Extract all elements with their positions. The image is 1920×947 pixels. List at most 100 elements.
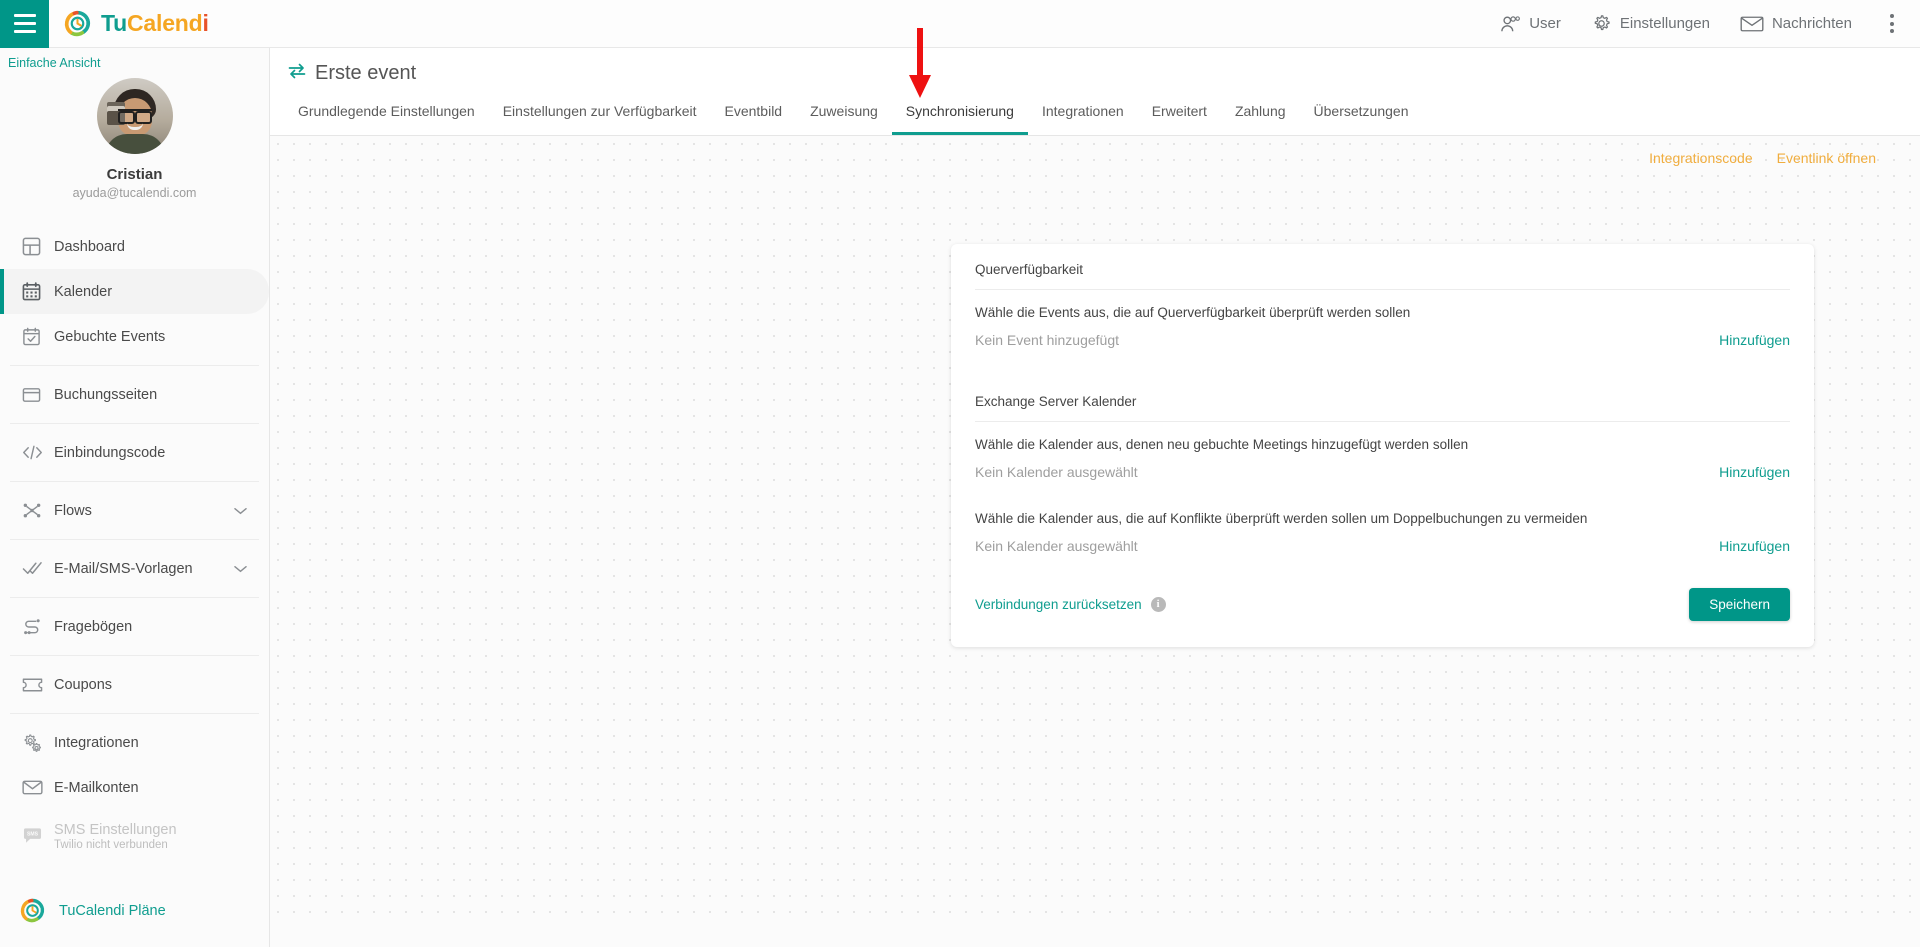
tab-bar: Grundlegende Einstellungen Einstellungen… bbox=[270, 91, 1920, 135]
sidebar-item-flows[interactable]: Flows bbox=[0, 488, 269, 533]
content-area: Integrationscode Eventlink öffnen Querve… bbox=[270, 136, 1920, 926]
sidebar-label-coupons: Coupons bbox=[54, 676, 113, 693]
value-kein-event-hinzugefuegt: Kein Event hinzugefügt bbox=[975, 332, 1119, 348]
synchronisierung-card: Querverfügbarkeit Wähle die Events aus, … bbox=[951, 244, 1814, 647]
nav-divider bbox=[10, 597, 259, 598]
avatar[interactable] bbox=[96, 78, 173, 154]
page-title-text: Erste event bbox=[315, 62, 417, 84]
sidebar-label-dashboard: Dashboard bbox=[54, 238, 125, 255]
sidebar-label-kalender: Kalender bbox=[54, 283, 113, 300]
brand-tu: Tu bbox=[101, 10, 127, 36]
mail-accounts-icon bbox=[22, 779, 54, 796]
tab-uebersetzungen[interactable]: Übersetzungen bbox=[1300, 91, 1423, 135]
survey-icon bbox=[22, 617, 54, 636]
chevron-down-icon[interactable] bbox=[234, 502, 247, 520]
sidebar-label-gebuchte-events: Gebuchte Events bbox=[54, 328, 166, 345]
gear-icon bbox=[1594, 15, 1610, 31]
brand-title: TuCalendi bbox=[101, 10, 209, 37]
add-calendar-link-add[interactable]: Hinzufügen bbox=[1719, 464, 1790, 480]
page-title: Erste event bbox=[270, 48, 1920, 91]
topbar-item-einstellungen[interactable]: Einstellungen bbox=[1591, 13, 1710, 34]
sidebar-item-email-sms-vorlagen[interactable]: E-Mail/SMS-Vorlagen bbox=[0, 546, 269, 591]
nav-divider bbox=[10, 539, 259, 540]
simple-view-link[interactable]: Einfache Ansicht bbox=[0, 48, 269, 70]
sidebar-item-tucalendi-plaene[interactable]: TuCalendi Pläne bbox=[0, 898, 269, 923]
sidebar-item-integrationen[interactable]: Integrationen bbox=[0, 720, 269, 765]
envelope-icon bbox=[1740, 16, 1764, 31]
sidebar-label-integrationen: Integrationen bbox=[54, 734, 139, 751]
tab-integrationen[interactable]: Integrationen bbox=[1028, 91, 1138, 135]
flows-icon bbox=[22, 501, 54, 520]
value-kein-kalender-ausgewaehlt-add: Kein Kalender ausgewählt bbox=[975, 464, 1138, 480]
kebab-menu-icon[interactable] bbox=[1882, 8, 1902, 39]
reset-connections-link[interactable]: Verbindungen zurücksetzen bbox=[975, 597, 1142, 612]
sidebar: Einfache Ansicht Cristian ayuda@tucalend… bbox=[0, 48, 270, 947]
section-title-exchange-server-kalender: Exchange Server Kalender bbox=[975, 394, 1790, 422]
tab-synchronisierung[interactable]: Synchronisierung bbox=[891, 91, 1028, 135]
booking-page-icon bbox=[22, 385, 54, 404]
add-calendar-link-conflict[interactable]: Hinzufügen bbox=[1719, 538, 1790, 554]
section-desc-querverfuegbarkeit: Wähle die Events aus, die auf Querverfüg… bbox=[975, 305, 1411, 320]
topbar-item-nachrichten[interactable]: Nachrichten bbox=[1740, 15, 1852, 33]
sidebar-item-dashboard[interactable]: Dashboard bbox=[0, 224, 269, 269]
row-exchange-conflict-calendars: Kein Kalender ausgewählt Hinzufügen bbox=[975, 526, 1790, 554]
sidebar-item-fragebogen[interactable]: Fragebögen bbox=[0, 604, 269, 649]
nav-divider bbox=[10, 481, 259, 482]
top-bar: TuCalendi User Einstellungen Nachrichten bbox=[0, 0, 1920, 48]
sidebar-label-flows: Flows bbox=[54, 502, 92, 519]
tucalendi-logo-icon bbox=[64, 10, 91, 37]
tab-einstellungen-zur-verfuegbarkeit[interactable]: Einstellungen zur Verfügbarkeit bbox=[489, 91, 711, 135]
svg-text:SMS: SMS bbox=[27, 832, 39, 838]
main-header: Erste event Grundlegende Einstellungen E… bbox=[270, 48, 1920, 136]
nav-divider bbox=[10, 423, 259, 424]
sidebar-item-emailkonten[interactable]: E-Mailkonten bbox=[0, 765, 269, 810]
info-icon[interactable]: i bbox=[1150, 597, 1166, 612]
tab-eventbild[interactable]: Eventbild bbox=[711, 91, 797, 135]
add-events-link[interactable]: Hinzufügen bbox=[1719, 332, 1790, 348]
tab-grundlegende-einstellungen[interactable]: Grundlegende Einstellungen bbox=[284, 91, 489, 135]
row-exchange-add-calendars: Kein Kalender ausgewählt Hinzufügen bbox=[975, 452, 1790, 480]
sidebar-item-sms-einstellungen[interactable]: SMS SMS Einstellungen Twilio nicht verbu… bbox=[0, 810, 269, 862]
dashboard-icon bbox=[22, 237, 54, 256]
brand-logo[interactable]: TuCalendi bbox=[64, 10, 209, 37]
nav-divider bbox=[10, 655, 259, 656]
row-querverfuegbarkeit-events: Kein Event hinzugefügt Hinzufügen bbox=[975, 320, 1790, 348]
sidebar-item-kalender[interactable]: Kalender bbox=[0, 269, 269, 314]
topbar-label-user: User bbox=[1529, 15, 1561, 32]
sync-arrows-icon bbox=[288, 63, 306, 84]
top-bar-actions: User Einstellungen Nachrichten bbox=[1499, 8, 1920, 39]
brand-end: end bbox=[162, 10, 203, 36]
nav-divider bbox=[10, 713, 259, 714]
sidebar-item-einbindungscode[interactable]: Einbindungscode bbox=[0, 430, 269, 475]
card-footer: Verbindungen zurücksetzen i Speichern bbox=[975, 554, 1790, 647]
sidebar-label-fragebogen: Fragebögen bbox=[54, 618, 133, 635]
sidebar-item-buchungsseiten[interactable]: Buchungsseiten bbox=[0, 372, 269, 417]
chevron-down-icon[interactable] bbox=[234, 560, 247, 578]
section-desc-exchange-add: Wähle die Kalender aus, denen neu gebuch… bbox=[975, 437, 1469, 452]
hamburger-icon[interactable] bbox=[0, 0, 49, 48]
reset-connections-group: Verbindungen zurücksetzen i bbox=[975, 597, 1166, 612]
sidebar-item-gebuchte-events[interactable]: Gebuchte Events bbox=[0, 314, 269, 359]
sidebar-label-tucalendi-plaene: TuCalendi Pläne bbox=[59, 902, 166, 919]
sidebar-nav: Dashboard Kalender Gebuchte Events Buchu… bbox=[0, 220, 269, 862]
save-button[interactable]: Speichern bbox=[1689, 588, 1790, 621]
value-kein-kalender-ausgewaehlt-conflict: Kein Kalender ausgewählt bbox=[975, 538, 1138, 554]
tab-erweitert[interactable]: Erweitert bbox=[1138, 91, 1221, 135]
sidebar-sublabel-sms-einstellungen: Twilio nicht verbunden bbox=[54, 838, 168, 851]
code-icon bbox=[22, 443, 54, 462]
calendar-check-icon bbox=[22, 327, 54, 346]
link-integrationscode[interactable]: Integrationscode bbox=[1649, 150, 1753, 166]
link-eventlink-oeffnen[interactable]: Eventlink öffnen bbox=[1777, 150, 1876, 166]
main-content: Erste event Grundlegende Einstellungen E… bbox=[270, 48, 1920, 947]
integrations-icon bbox=[22, 733, 54, 753]
tab-zahlung[interactable]: Zahlung bbox=[1221, 91, 1300, 135]
sidebar-item-coupons[interactable]: Coupons bbox=[0, 662, 269, 707]
tab-zuweisung[interactable]: Zuweisung bbox=[796, 91, 892, 135]
profile-email: ayuda@tucalendi.com bbox=[72, 186, 197, 200]
section-desc-exchange-conflicts: Wähle die Kalender aus, die auf Konflikt… bbox=[975, 511, 1588, 526]
sidebar-label-email-sms-vorlagen: E-Mail/SMS-Vorlagen bbox=[54, 560, 193, 577]
topbar-item-user[interactable]: User bbox=[1499, 15, 1561, 33]
section-title-querverfuegbarkeit: Querverfügbarkeit bbox=[975, 262, 1790, 290]
